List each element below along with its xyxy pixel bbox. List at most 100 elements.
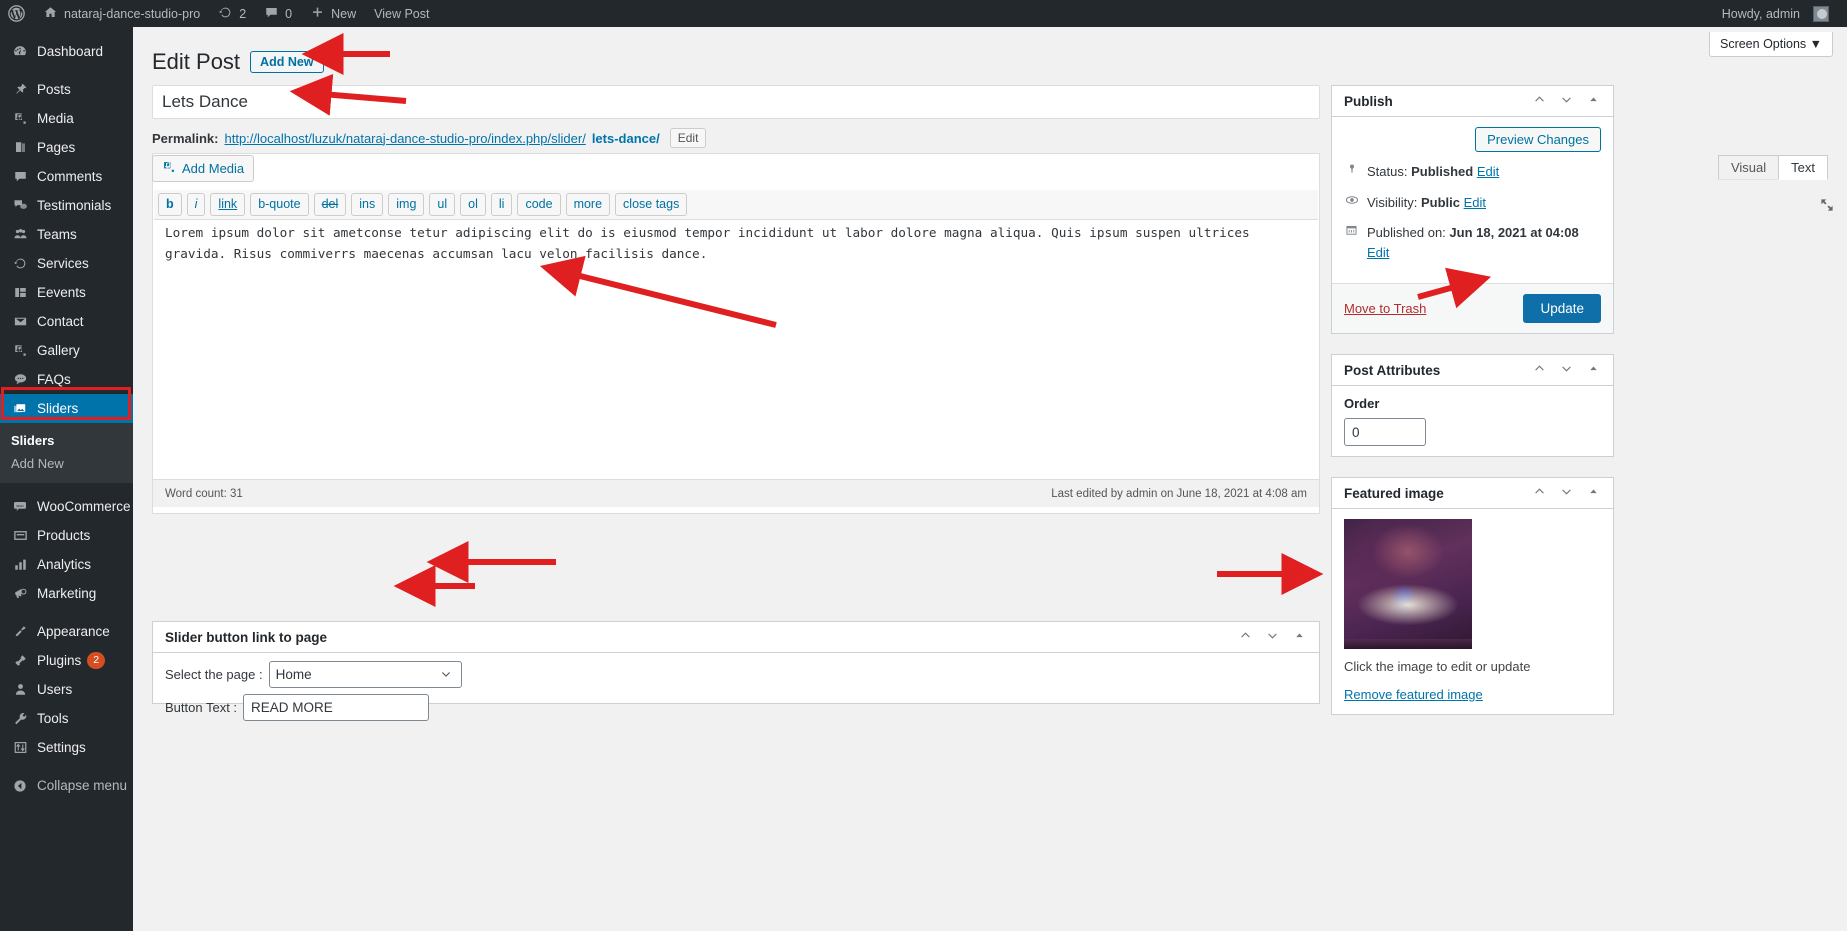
quicktag-code[interactable]: code xyxy=(517,193,561,216)
quicktag-close-tags[interactable]: close tags xyxy=(615,193,688,216)
sidebar-item-tools[interactable]: Tools xyxy=(0,704,133,733)
sidebar-item-gallery[interactable]: Gallery xyxy=(0,336,133,365)
add-media-row: Add Media xyxy=(152,155,255,182)
slider-metabox-header: Slider button link to page xyxy=(153,622,1319,653)
permalink-url[interactable]: http://localhost/luzuk/nataraj-dance-stu… xyxy=(224,131,585,146)
permalink-row: Permalink: http://localhost/luzuk/natara… xyxy=(152,128,707,148)
sidebar-item-settings[interactable]: Settings xyxy=(0,733,133,762)
svg-text:woo: woo xyxy=(16,503,23,508)
order-input[interactable] xyxy=(1344,418,1426,446)
visibility-edit-link[interactable]: Edit xyxy=(1464,195,1486,210)
collapse-menu-button[interactable]: Collapse menu xyxy=(0,771,133,800)
quicktag-ul[interactable]: ul xyxy=(429,193,456,216)
sidebar-item-testimonials[interactable]: Testimonials xyxy=(0,191,133,220)
chevron-down-icon[interactable] xyxy=(1555,483,1578,503)
view-post-link[interactable]: View Post xyxy=(365,0,438,27)
status-edit-link[interactable]: Edit xyxy=(1477,164,1499,179)
edit-permalink-button[interactable]: Edit xyxy=(669,128,707,148)
status-label: Status: xyxy=(1367,164,1408,179)
chevron-down-icon[interactable] xyxy=(1555,360,1578,380)
sidebar-subitem-sliders[interactable]: Sliders xyxy=(0,429,133,452)
button-text-input[interactable] xyxy=(243,694,430,721)
triangle-up-icon[interactable] xyxy=(1582,483,1605,503)
sidebar-item-pages[interactable]: Pages xyxy=(0,133,133,162)
remove-featured-image-link[interactable]: Remove featured image xyxy=(1344,687,1483,702)
post-content-textarea[interactable]: Lorem ipsum dolor sit ametconse tetur ad… xyxy=(155,223,1317,471)
sidebar-subitem-add-new[interactable]: Add New xyxy=(0,452,133,475)
products-icon xyxy=(9,528,31,543)
new-content-menu[interactable]: New xyxy=(301,0,365,27)
permalink-slug[interactable]: lets-dance/ xyxy=(592,131,660,146)
sidebar-item-label: Settings xyxy=(37,740,86,755)
fullscreen-icon[interactable] xyxy=(1819,197,1835,217)
triangle-up-icon[interactable] xyxy=(1582,91,1605,111)
sidebar-item-contact[interactable]: Contact xyxy=(0,307,133,336)
quicktag-link[interactable]: link xyxy=(210,193,246,216)
chevron-up-icon[interactable] xyxy=(1528,360,1551,380)
updates-menu[interactable]: 2 xyxy=(209,0,255,27)
sidebar-item-teams[interactable]: Teams xyxy=(0,220,133,249)
featured-image-thumbnail[interactable] xyxy=(1344,519,1472,649)
quicktag-img[interactable]: img xyxy=(388,193,425,216)
comments-menu[interactable]: 0 xyxy=(255,0,301,27)
quicktag-li[interactable]: li xyxy=(490,193,513,216)
analytics-icon xyxy=(9,557,31,572)
select-page-wrap: Home xyxy=(263,661,462,688)
chevron-down-icon[interactable] xyxy=(1261,627,1284,647)
quicktag-del[interactable]: del xyxy=(313,193,347,216)
chevron-up-icon[interactable] xyxy=(1234,627,1257,647)
select-page-dropdown[interactable]: Home xyxy=(268,661,462,688)
quicktag-i[interactable]: i xyxy=(186,193,206,216)
sidebar-item-media[interactable]: Media xyxy=(0,104,133,133)
quicktag-b[interactable]: b xyxy=(158,193,182,216)
post-title-input[interactable] xyxy=(153,86,1319,118)
quicktag-ins[interactable]: ins xyxy=(351,193,384,216)
preview-changes-button[interactable]: Preview Changes xyxy=(1475,127,1601,152)
site-name-menu[interactable]: nataraj-dance-studio-pro xyxy=(34,0,209,27)
featured-image-body: Click the image to edit or update Remove… xyxy=(1332,509,1613,714)
screen-options-toggle[interactable]: Screen Options ▼ xyxy=(1708,32,1833,57)
sidebar-item-appearance[interactable]: Appearance xyxy=(0,617,133,646)
triangle-up-icon[interactable] xyxy=(1582,360,1605,380)
wordpress-logo-icon[interactable] xyxy=(0,0,34,27)
quicktag-b-quote[interactable]: b-quote xyxy=(250,193,309,216)
sidebar-item-analytics[interactable]: Analytics xyxy=(0,550,133,579)
add-new-button[interactable]: Add New xyxy=(250,51,324,73)
update-button[interactable]: Update xyxy=(1523,294,1601,323)
sidebar-item-posts[interactable]: Posts xyxy=(0,75,133,104)
pages-icon xyxy=(9,140,31,155)
sidebar-item-products[interactable]: Products xyxy=(0,521,133,550)
brush-icon xyxy=(9,624,31,639)
quicktag-more[interactable]: more xyxy=(565,193,611,216)
add-media-label: Add Media xyxy=(182,161,245,176)
sidebar-item-services[interactable]: Services xyxy=(0,249,133,278)
admin-bar: nataraj-dance-studio-pro 2 0 New View Po… xyxy=(0,0,1847,27)
published-edit-link[interactable]: Edit xyxy=(1367,245,1389,260)
chevron-up-icon[interactable] xyxy=(1528,483,1551,503)
visibility-label: Visibility: xyxy=(1367,194,1418,210)
sidebar-item-dashboard[interactable]: Dashboard xyxy=(0,37,133,66)
account-menu[interactable]: Howdy, admin xyxy=(1713,0,1847,27)
chevron-up-icon[interactable] xyxy=(1528,91,1551,111)
tab-visual[interactable]: Visual xyxy=(1717,155,1780,180)
sidebar-item-woocommerce[interactable]: woo WooCommerce xyxy=(0,492,133,521)
move-to-trash-link[interactable]: Move to Trash xyxy=(1344,301,1426,316)
word-count: Word count: 31 xyxy=(165,487,243,500)
chevron-down-icon[interactable] xyxy=(1555,91,1578,111)
publish-panel-title: Publish xyxy=(1344,93,1393,109)
pin-icon xyxy=(1344,162,1359,182)
add-media-button[interactable]: Add Media xyxy=(152,155,255,182)
sidebar-item-label: WooCommerce xyxy=(37,499,131,514)
triangle-up-icon[interactable] xyxy=(1288,627,1311,647)
sidebar-item-users[interactable]: Users xyxy=(0,675,133,704)
quicktag-ol[interactable]: ol xyxy=(460,193,486,216)
sidebar-item-comments[interactable]: Comments xyxy=(0,162,133,191)
woocommerce-icon: woo xyxy=(9,499,31,514)
sidebar-item-plugins[interactable]: Plugins 2 xyxy=(0,646,133,675)
sidebar-item-marketing[interactable]: Marketing xyxy=(0,579,133,608)
collapse-arrow-icon xyxy=(9,779,31,793)
updates-count: 2 xyxy=(239,6,247,21)
sidebar-item-eevents[interactable]: Eevents xyxy=(0,278,133,307)
tab-text[interactable]: Text xyxy=(1778,155,1828,180)
howdy-label: Howdy, admin xyxy=(1721,6,1800,21)
